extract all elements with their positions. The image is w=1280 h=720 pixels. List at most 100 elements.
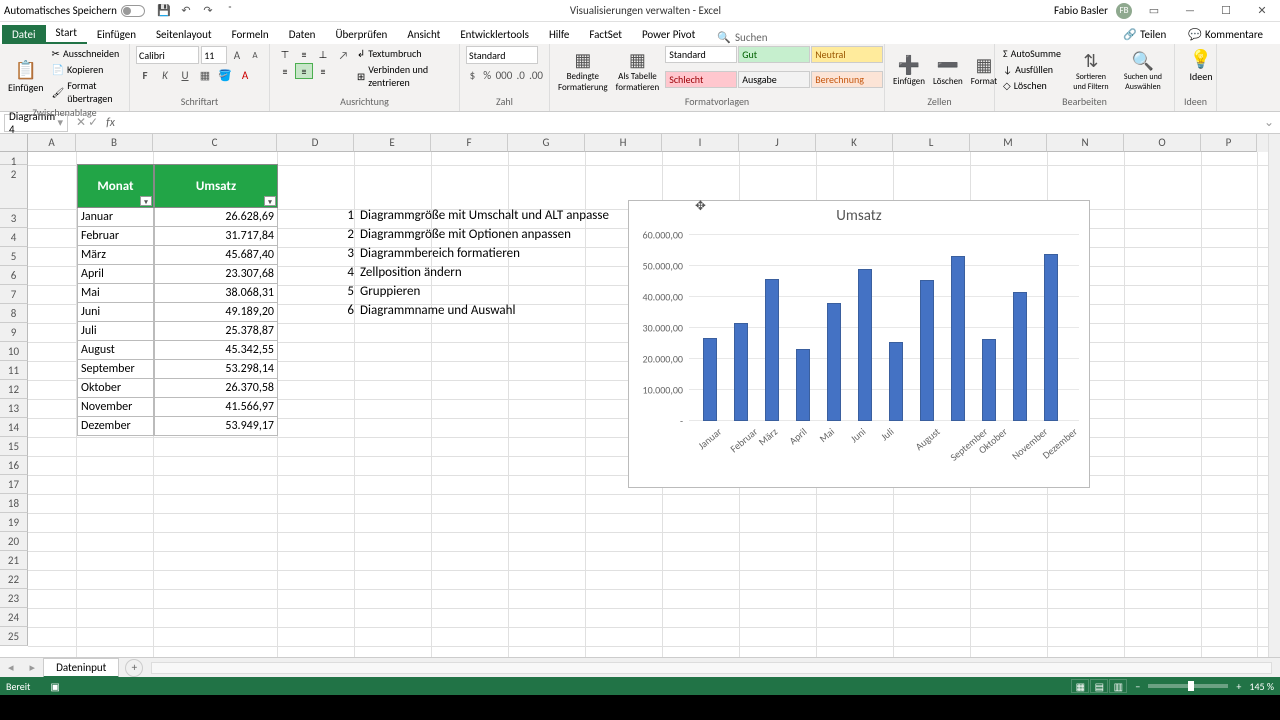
table-row[interactable]: Juni49.189,20 (77, 303, 278, 322)
format-as-table-button[interactable]: ▦Als Tabelle formatieren (614, 46, 662, 95)
grow-font-button[interactable]: A (229, 46, 245, 64)
sheet-tab-dateninput[interactable]: Dateninput (43, 658, 119, 678)
row-header-4[interactable]: 4 (0, 228, 28, 247)
tab-nav-next[interactable]: ▸ (22, 661, 44, 674)
table-cell-month[interactable]: Juni (77, 303, 154, 322)
row-header-3[interactable]: 3 (0, 209, 28, 228)
page-break-view-button[interactable]: ▥ (1109, 679, 1127, 693)
chart-bar[interactable] (889, 342, 903, 421)
row-header-18[interactable]: 18 (0, 494, 28, 513)
table-cell-value[interactable]: 41.566,97 (154, 398, 278, 417)
table-row[interactable]: März45.687,40 (77, 246, 278, 265)
table-cell-value[interactable]: 45.342,55 (154, 341, 278, 360)
chart-bar[interactable] (703, 338, 717, 421)
decrease-decimal-button[interactable]: .00 (529, 66, 543, 84)
table-cell-month[interactable]: November (77, 398, 154, 417)
vertical-scrollbar[interactable] (1268, 134, 1280, 657)
table-cell-value[interactable]: 25.378,87 (154, 322, 278, 341)
col-header-n[interactable]: N (1047, 134, 1124, 152)
row-header-10[interactable]: 10 (0, 342, 28, 361)
row-header-21[interactable]: 21 (0, 551, 28, 570)
col-header-d[interactable]: D (277, 134, 354, 152)
note-item[interactable]: 4Zellposition ändern (340, 265, 462, 280)
col-header-i[interactable]: I (662, 134, 739, 152)
font-color-button[interactable]: A (236, 66, 254, 84)
chart-bar[interactable] (734, 323, 748, 421)
align-middle-button[interactable]: ≡ (295, 46, 313, 62)
tab-factset[interactable]: FactSet (579, 25, 632, 44)
redo-icon[interactable]: ↷ (201, 4, 215, 18)
row-header-12[interactable]: 12 (0, 380, 28, 399)
tab-pagelayout[interactable]: Seitenlayout (146, 25, 222, 44)
tab-insert[interactable]: Einfügen (87, 25, 146, 44)
col-header-p[interactable]: P (1201, 134, 1257, 152)
style-gut[interactable]: Gut (738, 46, 810, 63)
table-cell-month[interactable]: Juli (77, 322, 154, 341)
row-header-15[interactable]: 15 (0, 437, 28, 456)
col-header-o[interactable]: O (1124, 134, 1201, 152)
note-item[interactable]: 2Diagrammgröße mit Optionen anpassen (340, 227, 571, 242)
number-format-select[interactable]: Standard (466, 46, 538, 64)
row-header-16[interactable]: 16 (0, 456, 28, 475)
style-berechnung[interactable]: Berechnung (811, 71, 883, 88)
row-header-20[interactable]: 20 (0, 532, 28, 551)
align-right-button[interactable]: ≡ (314, 63, 332, 79)
zoom-slider[interactable] (1148, 684, 1228, 688)
note-item[interactable]: 5Gruppieren (340, 284, 420, 299)
row-header-17[interactable]: 17 (0, 475, 28, 494)
table-header-month[interactable]: Monat▾ (77, 164, 154, 208)
font-size-select[interactable]: 11 (201, 46, 227, 64)
underline-button[interactable]: U (176, 66, 194, 84)
fill-button[interactable]: ↓ Ausfüllen (1001, 62, 1063, 77)
paste-button[interactable]: 📋Einfügen (6, 46, 46, 106)
col-header-a[interactable]: A (28, 134, 76, 152)
select-all-corner[interactable] (0, 134, 28, 152)
close-button[interactable]: ✕ (1248, 2, 1276, 20)
row-header-1[interactable]: 1 (0, 152, 28, 165)
delete-cells-button[interactable]: ➖Löschen (931, 46, 965, 95)
maximize-button[interactable]: ☐ (1212, 2, 1240, 20)
share-button[interactable]: 🔗 Teilen (1116, 25, 1173, 44)
bold-button[interactable]: F (136, 66, 154, 84)
format-painter-button[interactable]: 🖌 Format übertragen (50, 78, 123, 106)
tab-view[interactable]: Ansicht (397, 25, 450, 44)
percent-button[interactable]: % (481, 66, 494, 84)
tab-data[interactable]: Daten (279, 25, 326, 44)
filter-button-umsatz[interactable]: ▾ (264, 196, 276, 206)
col-header-j[interactable]: J (739, 134, 816, 152)
align-bottom-button[interactable]: ⊥ (314, 46, 332, 62)
qat-more-icon[interactable]: ⁼ (223, 4, 237, 18)
col-header-c[interactable]: C (153, 134, 277, 152)
chart-bar[interactable] (1044, 254, 1058, 421)
add-sheet-button[interactable]: + (125, 659, 143, 677)
row-header-19[interactable]: 19 (0, 513, 28, 532)
col-header-h[interactable]: H (585, 134, 662, 152)
table-cell-month[interactable]: September (77, 360, 154, 379)
row-header-24[interactable]: 24 (0, 608, 28, 627)
zoom-level[interactable]: 145 % (1249, 680, 1274, 693)
col-header-f[interactable]: F (431, 134, 508, 152)
comma-button[interactable]: 000 (496, 66, 513, 84)
table-cell-value[interactable]: 49.189,20 (154, 303, 278, 322)
border-button[interactable]: ▦ (196, 66, 214, 84)
autosave-toggle[interactable] (121, 5, 145, 17)
tab-powerpivot[interactable]: Power Pivot (632, 25, 705, 44)
table-cell-month[interactable]: Januar (77, 208, 154, 227)
tab-file[interactable]: Datei (2, 25, 46, 44)
table-cell-month[interactable]: Mai (77, 284, 154, 303)
table-cell-value[interactable]: 26.370,58 (154, 379, 278, 398)
chart-bar[interactable] (827, 303, 841, 421)
table-cell-value[interactable]: 53.298,14 (154, 360, 278, 379)
minimize-button[interactable]: — (1176, 2, 1204, 20)
macro-record-icon[interactable]: ▣ (50, 680, 59, 693)
table-row[interactable]: Juli25.378,87 (77, 322, 278, 341)
col-header-g[interactable]: G (508, 134, 585, 152)
table-cell-month[interactable]: August (77, 341, 154, 360)
zoom-in-button[interactable]: + (1236, 680, 1241, 693)
table-row[interactable]: Mai38.068,31 (77, 284, 278, 303)
note-item[interactable]: 6Diagrammname und Auswahl (340, 303, 515, 318)
find-select-button[interactable]: 🔍Suchen und Auswählen (1119, 46, 1167, 95)
style-ausgabe[interactable]: Ausgabe (738, 71, 810, 88)
page-layout-view-button[interactable]: ▤ (1090, 679, 1108, 693)
tab-nav-prev[interactable]: ◂ (0, 661, 22, 674)
